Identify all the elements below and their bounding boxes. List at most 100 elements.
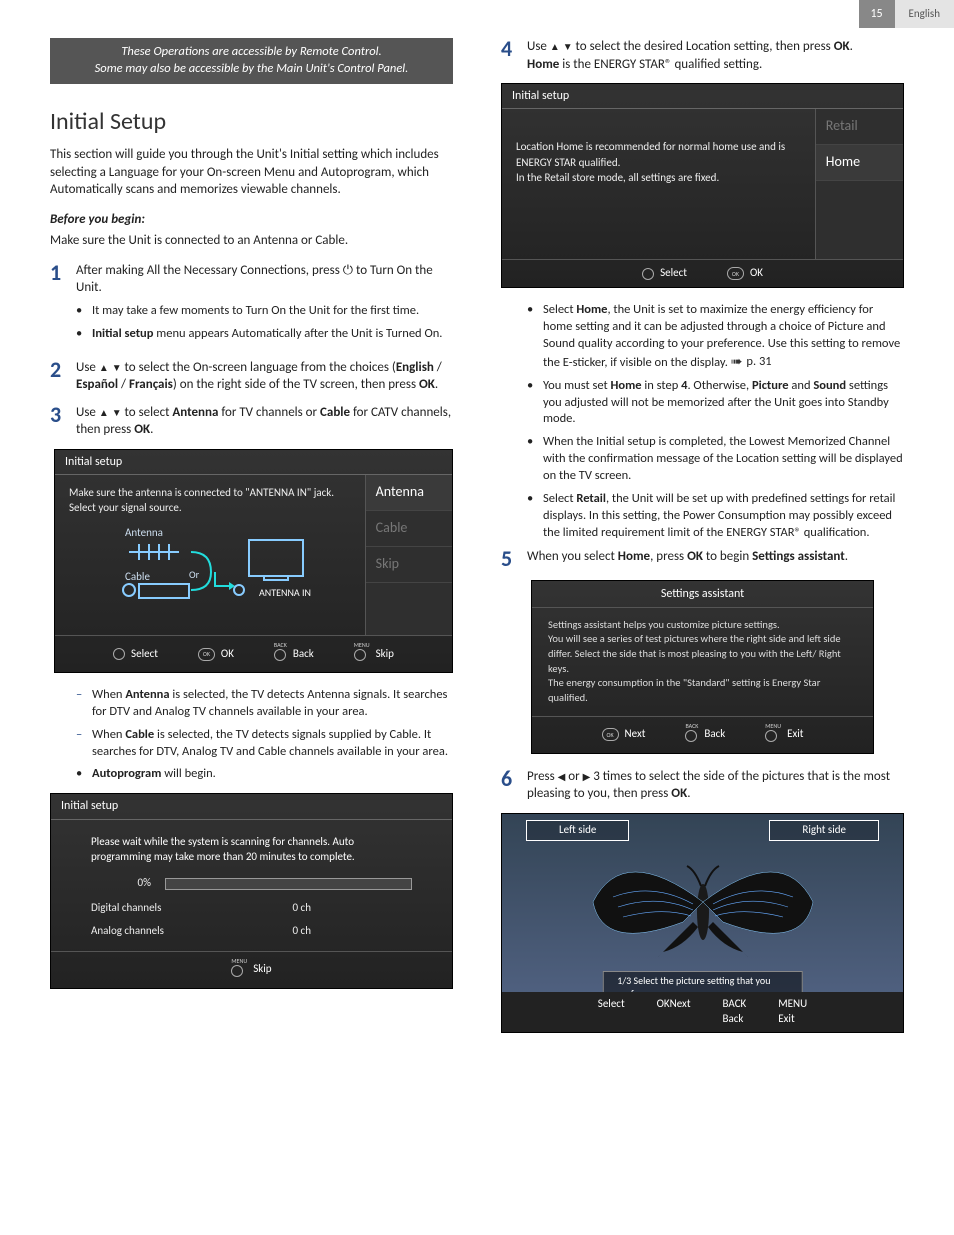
- osd-btn-next[interactable]: OKNext: [602, 723, 646, 747]
- osd-btn-select[interactable]: Select: [598, 997, 625, 1027]
- note-home: Select Home, the Unit is set to maximize…: [527, 302, 904, 372]
- osd-bottombar: Select OKNext BACKBack MENUExit: [502, 992, 903, 1032]
- page-header: 15 English: [0, 0, 954, 28]
- note-retail: Select Retail, the Unit will be set up w…: [527, 491, 904, 542]
- osd-option-list: Antenna Cable Skip: [365, 475, 452, 635]
- osd-initial-setup-location: Initial setup Location Home is recommend…: [501, 83, 904, 288]
- osd-btn-back[interactable]: BACKBack: [274, 642, 314, 666]
- osd-bottombar: Select OKOK: [502, 259, 903, 287]
- osd-bottombar: OKNext BACKBack MENUExit: [532, 716, 873, 753]
- step-1-text-pre: After making All the Necessary Connectio…: [76, 263, 343, 278]
- step-2: Use to select the On-screen language fro…: [50, 359, 453, 394]
- osd-option-antenna[interactable]: Antenna: [366, 475, 452, 511]
- down-icon: [112, 360, 122, 375]
- notice-line-1: These Operations are accessible by Remot…: [58, 44, 445, 61]
- osd-initial-setup-source: Initial setup Make sure the antenna is c…: [54, 449, 453, 673]
- osd-title: Settings assistant: [532, 581, 873, 608]
- osd-btn-back[interactable]: BACKBack: [685, 723, 725, 747]
- right-side-label[interactable]: Right side: [769, 820, 879, 841]
- osd-progress-pct: 0%: [91, 876, 151, 891]
- osd-scan-msg: Please wait while the system is scanning…: [91, 834, 412, 865]
- dpad-icon: [642, 268, 654, 280]
- osd-btn-select[interactable]: Select: [113, 642, 158, 666]
- osd-btn-skip[interactable]: MENUSkip: [231, 958, 271, 982]
- step-3: Use to select Antenna for TV channels or…: [50, 404, 453, 439]
- left-side-label[interactable]: Left side: [526, 820, 629, 841]
- osd-title: Initial setup: [51, 794, 452, 819]
- osd-msg-1: Location Home is recommended for normal …: [516, 139, 805, 170]
- osd-btn-exit[interactable]: MENUExit: [778, 997, 807, 1027]
- osd-option-home[interactable]: Home: [816, 145, 903, 181]
- osd-btn-ok[interactable]: OKOK: [198, 642, 234, 666]
- note-completed: When the Initial setup is completed, the…: [527, 434, 904, 485]
- osd-btn-skip[interactable]: MENUSkip: [354, 642, 394, 666]
- osd-title: Initial setup: [502, 84, 903, 109]
- down-icon: [563, 39, 573, 54]
- osd-settings-assistant: Settings assistant Settings assistant he…: [531, 580, 874, 754]
- osd-progress-row: 0%: [91, 876, 412, 891]
- up-icon: [550, 39, 560, 54]
- antenna-diagram: Antenna Cable Or ANTENNA IN: [69, 526, 355, 606]
- up-icon: [99, 360, 109, 375]
- osd-sa-line2: You will see a series of test pictures w…: [548, 632, 857, 676]
- osd-btn-exit[interactable]: MENUExit: [765, 723, 803, 747]
- osd-btn-select[interactable]: Select: [642, 266, 687, 281]
- left-column: These Operations are accessible by Remot…: [50, 38, 453, 1047]
- osd-title: Initial setup: [55, 450, 452, 475]
- osd-btn-next[interactable]: OKNext: [657, 997, 691, 1027]
- osd-bottombar: MENUSkip: [51, 951, 452, 988]
- ok-icon: OK: [198, 648, 215, 661]
- osd-initial-setup-scan: Initial setup Please wait while the syst…: [50, 793, 453, 988]
- osd-btn-back[interactable]: BACKBack: [723, 997, 747, 1027]
- butterfly-image: [573, 852, 833, 972]
- osd-sa-line1: Settings assistant helps you customize p…: [548, 618, 857, 633]
- step-4: Use to select the desired Location setti…: [501, 38, 904, 73]
- up-icon: [99, 405, 109, 420]
- osd-msg-1: Make sure the antenna is connected to "A…: [69, 485, 355, 500]
- back-icon: [685, 730, 697, 742]
- osd-sa-line3: The energy consumption in the "Standard"…: [548, 676, 857, 705]
- osd-bottombar: Select OKOK BACKBack MENUSkip: [55, 635, 452, 672]
- ok-icon: OK: [657, 997, 670, 1010]
- osd-option-retail[interactable]: Retail: [816, 109, 903, 145]
- note-cable: When Cable is selected, the TV detects s…: [76, 727, 453, 761]
- before-you-begin-heading: Before you begin:: [50, 211, 453, 229]
- menu-icon: [231, 965, 243, 977]
- ok-icon: OK: [727, 267, 744, 280]
- section-intro: This section will guide you through the …: [50, 146, 453, 199]
- power-icon: [343, 263, 353, 278]
- ok-icon: OK: [602, 728, 619, 741]
- down-icon: [112, 405, 122, 420]
- right-column: Use to select the desired Location setti…: [501, 38, 904, 1047]
- step-1-sub-2: Initial setup menu appears Automatically…: [76, 326, 453, 343]
- osd-progress-bar: [165, 878, 412, 890]
- osd-digital-row: Digital channels 0 ch: [91, 901, 412, 916]
- osd-option-list: Retail Home: [815, 109, 903, 259]
- osd-analog-row: Analog channels 0 ch: [91, 924, 412, 939]
- before-you-begin-text: Make sure the Unit is connected to an An…: [50, 232, 453, 250]
- step-1-sub-1: It may take a few moments to Turn On the…: [76, 303, 453, 320]
- notice-line-2: Some may also be accessible by the Main …: [58, 61, 445, 78]
- osd-msg-2: In the Retail store mode, all settings a…: [516, 170, 805, 185]
- osd-option-skip[interactable]: Skip: [366, 547, 452, 583]
- notice-box: These Operations are accessible by Remot…: [50, 38, 453, 84]
- menu-icon: [354, 649, 366, 661]
- osd-picture-compare: Left side Right side 1/3 Select the pict…: [501, 813, 904, 1033]
- page-ref-link[interactable]: ➠ p. 31: [731, 353, 772, 372]
- menu-icon: [765, 730, 777, 742]
- osd-btn-ok[interactable]: OKOK: [727, 266, 763, 281]
- note-antenna: When Antenna is selected, the TV detects…: [76, 687, 453, 721]
- page-language: English: [895, 0, 954, 28]
- step-6: Press or 3 times to select the side of t…: [501, 768, 904, 803]
- step-1: After making All the Necessary Connectio…: [50, 262, 453, 349]
- note-autoprogram: Autoprogram will begin.: [76, 766, 453, 783]
- dpad-icon: [113, 648, 125, 660]
- back-icon: [274, 649, 286, 661]
- step-5: When you select Home, press OK to begin …: [501, 548, 904, 570]
- osd-option-cable[interactable]: Cable: [366, 511, 452, 547]
- arrow-right-icon: ➠: [731, 353, 743, 372]
- osd-msg-2: Select your signal source.: [69, 500, 355, 515]
- note-must-set-home: You must set Home in step 4. Otherwise, …: [527, 378, 904, 429]
- section-title: Initial Setup: [50, 106, 453, 138]
- page-number: 15: [859, 0, 895, 28]
